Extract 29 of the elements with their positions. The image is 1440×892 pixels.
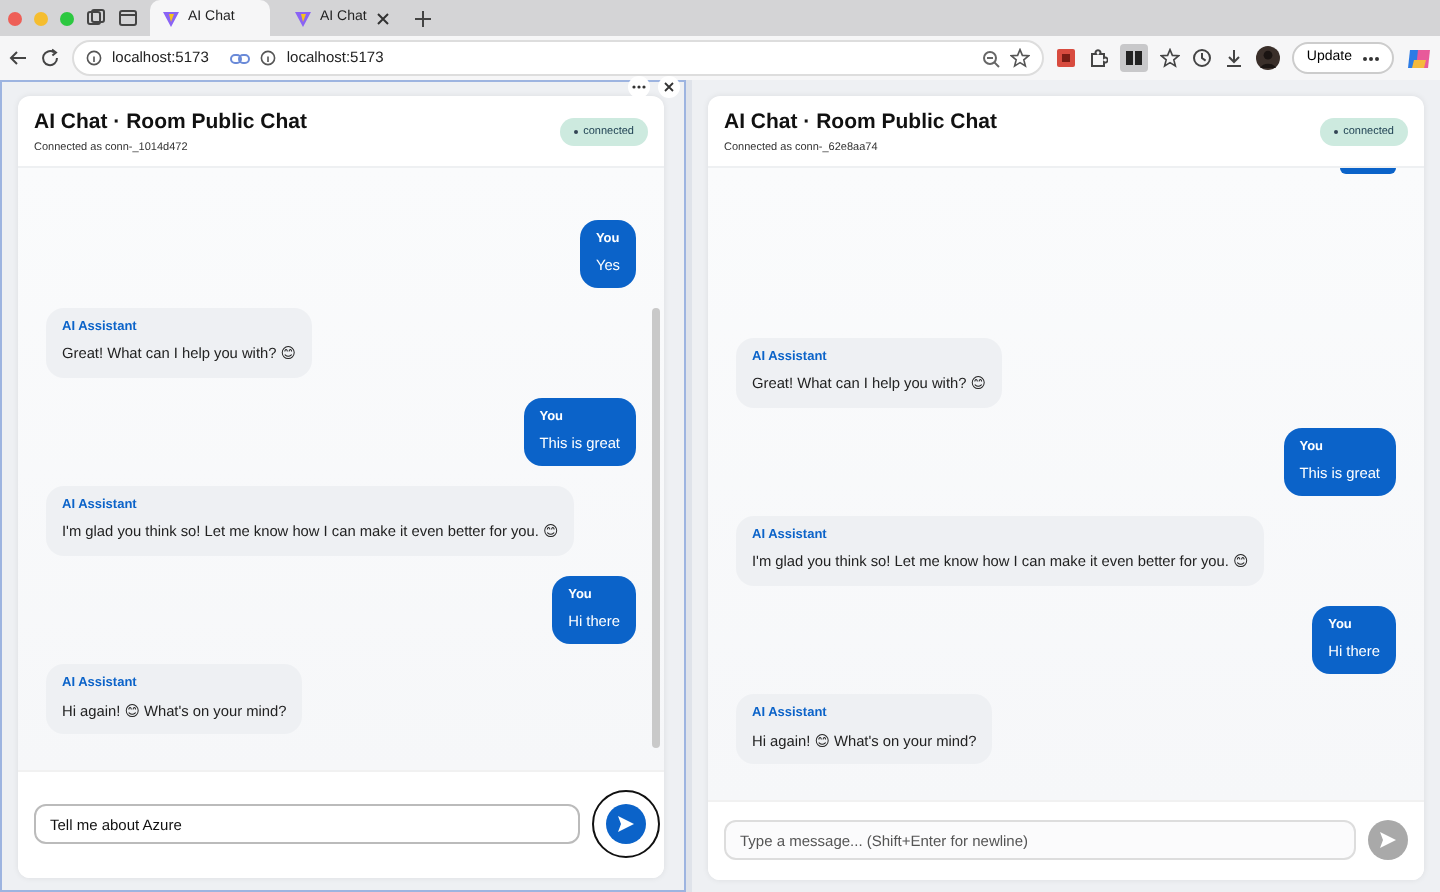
vite-logo-icon (294, 9, 312, 27)
sidebar-icon[interactable] (118, 8, 138, 28)
chat-title: AI Chat · Room Public Chat (34, 110, 307, 136)
back-icon[interactable] (8, 48, 28, 68)
favorites-icon[interactable] (1160, 48, 1181, 68)
download-icon[interactable] (1224, 48, 1245, 68)
send-icon (616, 814, 636, 834)
more-icon (1362, 55, 1380, 61)
extension-icon[interactable] (1056, 48, 1077, 68)
split-screen-icon[interactable] (1120, 44, 1149, 72)
new-tab-icon[interactable] (414, 9, 432, 27)
more-icon[interactable] (628, 76, 650, 98)
avatar-icon[interactable] (1256, 46, 1281, 70)
close-icon[interactable] (658, 76, 680, 98)
reload-icon[interactable] (40, 48, 60, 68)
tab-actions-icon[interactable] (86, 8, 106, 28)
send-button[interactable] (606, 804, 646, 844)
chat-title: AI Chat · Room Public Chat (724, 110, 997, 136)
info-icon (86, 50, 102, 66)
info-icon (260, 50, 277, 66)
copilot-icon[interactable] (1406, 45, 1432, 71)
star-icon[interactable] (1010, 48, 1031, 68)
close-icon[interactable] (376, 11, 390, 25)
history-icon[interactable] (1192, 48, 1213, 68)
vite-logo-icon (162, 9, 180, 27)
send-icon (1378, 830, 1398, 850)
link-icon (230, 51, 251, 65)
puzzle-icon[interactable] (1088, 48, 1109, 68)
zoom-icon[interactable] (982, 49, 1001, 67)
